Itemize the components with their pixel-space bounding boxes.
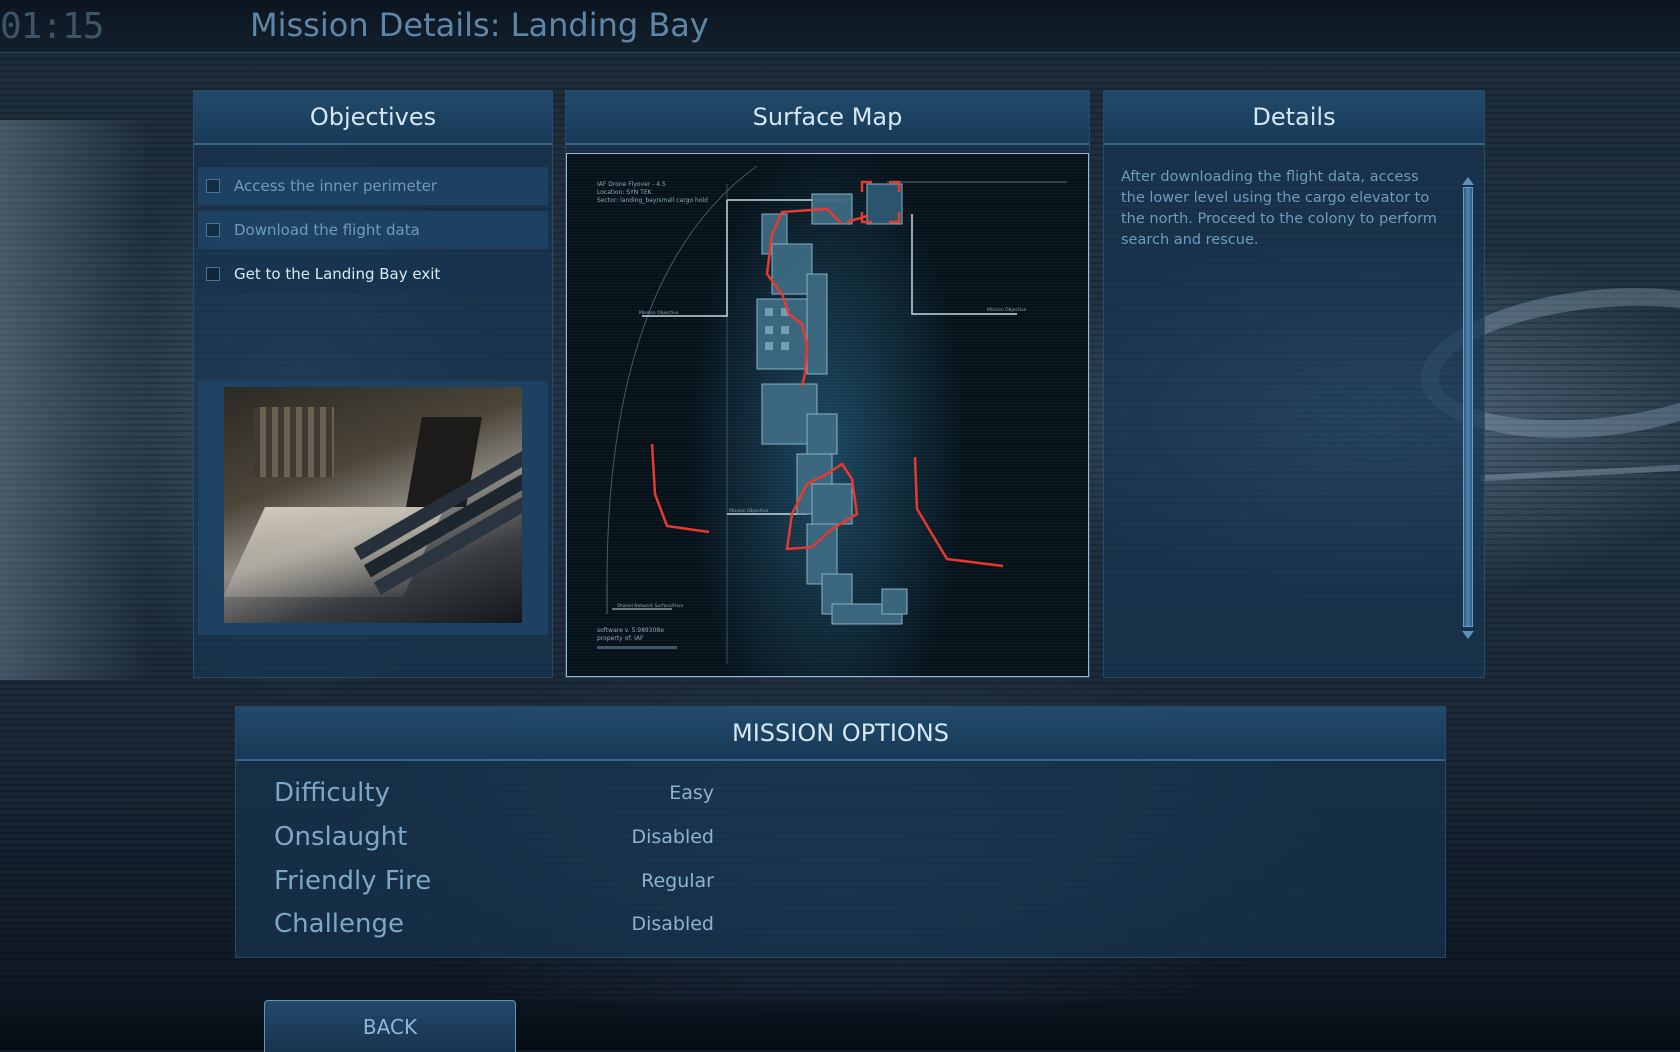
map-info-line: Sector: landing_bay/small cargo hold — [597, 197, 708, 204]
objective-label: Access the inner perimeter — [234, 177, 438, 195]
option-value[interactable]: Easy — [574, 782, 714, 804]
option-row-onslaught[interactable]: Onslaught Disabled — [274, 817, 714, 857]
objective-preview-image — [224, 387, 522, 623]
option-row-challenge[interactable]: Challenge Disabled — [274, 904, 714, 944]
top-bar: 01:15 Mission Details: Landing Bay — [0, 0, 1680, 53]
surface-map-panel: Surface Map IAF Drone Flyover - 4.5 Loca… — [565, 90, 1090, 678]
mission-options-title: MISSION OPTIONS — [236, 707, 1445, 761]
surface-map-svg: IAF Drone Flyover - 4.5 Location: SYN TE… — [567, 154, 1088, 676]
scroll-down-arrow-icon[interactable] — [1462, 631, 1474, 639]
option-label: Difficulty — [274, 778, 390, 808]
preview-detail — [254, 407, 334, 477]
bottom-bar — [0, 1002, 1680, 1050]
objective-item[interactable]: Access the inner perimeter — [198, 167, 548, 205]
option-label: Challenge — [274, 909, 404, 939]
details-panel: Details After downloading the flight dat… — [1103, 90, 1485, 678]
objective-label: Download the flight data — [234, 221, 420, 239]
objective-item[interactable]: Download the flight data — [198, 211, 548, 249]
details-title: Details — [1104, 91, 1484, 145]
option-value[interactable]: Disabled — [574, 826, 714, 848]
mission-options-panel: MISSION OPTIONS Difficulty Easy Onslaugh… — [235, 706, 1446, 958]
objective-checkbox[interactable] — [206, 179, 220, 193]
mission-timer: 01:15 — [0, 6, 104, 47]
map-info-line: Location: SYN TEK — [597, 189, 653, 196]
details-scrollbar[interactable] — [1462, 177, 1474, 639]
back-button[interactable]: BACK — [264, 1000, 516, 1052]
scroll-thumb[interactable] — [1463, 187, 1473, 627]
map-label: Mission Objective — [729, 508, 769, 514]
surface-map-view[interactable]: IAF Drone Flyover - 4.5 Location: SYN TE… — [566, 153, 1089, 677]
option-row-difficulty[interactable]: Difficulty Easy — [274, 773, 714, 813]
surface-map-title: Surface Map — [566, 91, 1089, 145]
option-row-friendly-fire[interactable]: Friendly Fire Regular — [274, 861, 714, 901]
objective-label: Get to the Landing Bay exit — [234, 265, 441, 283]
objectives-title: Objectives — [194, 91, 552, 145]
map-label: Mission Objective — [639, 310, 679, 316]
objectives-panel: Objectives Access the inner perimeter Do… — [193, 90, 553, 678]
scroll-up-arrow-icon[interactable] — [1462, 177, 1474, 185]
objective-checkbox[interactable] — [206, 267, 220, 281]
objective-preview-frame — [198, 381, 548, 635]
option-value[interactable]: Disabled — [574, 913, 714, 935]
option-label: Friendly Fire — [274, 866, 432, 896]
option-label: Onslaught — [274, 822, 408, 852]
background-rail — [1479, 464, 1680, 482]
preview-detail — [406, 417, 482, 507]
map-label: Mission Objective — [987, 307, 1027, 313]
objectives-list: Access the inner perimeter Download the … — [198, 167, 548, 299]
objective-checkbox[interactable] — [206, 223, 220, 237]
map-footer-line: property of: IAF — [597, 635, 644, 642]
option-value[interactable]: Regular — [574, 870, 714, 892]
page-title: Mission Details: Landing Bay — [250, 6, 709, 44]
details-text: After downloading the flight data, acces… — [1121, 169, 1437, 248]
map-info-line: IAF Drone Flyover - 4.5 — [597, 181, 666, 188]
map-footer-line: software v. 5.989308e — [597, 627, 664, 634]
objective-item-active[interactable]: Get to the Landing Bay exit — [198, 255, 548, 293]
background-window — [0, 120, 150, 680]
map-label: Shared Network Surface/Hive — [617, 603, 683, 609]
